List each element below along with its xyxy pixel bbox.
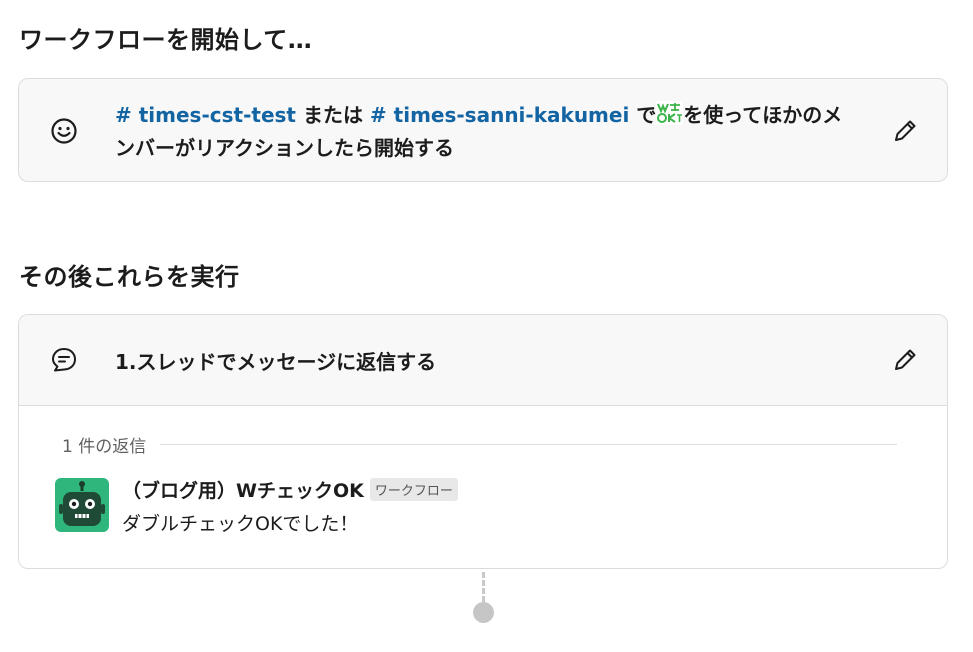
sender-name[interactable]: （ブログ用）WチェックOK (122, 476, 364, 503)
step-title: 1.スレッドでメッセージに返信する (115, 350, 437, 374)
edit-trigger-button[interactable] (891, 117, 919, 145)
workflow-badge: ワークフロー (369, 478, 458, 501)
add-step-dot[interactable] (473, 602, 494, 623)
message-header: （ブログ用）WチェックOK ワークフロー (122, 476, 458, 503)
conjunction-text: または (295, 103, 370, 127)
step-header[interactable]: 1.スレッドでメッセージに返信する (19, 315, 947, 406)
channel-name: times-sanni-kakumei (393, 103, 630, 127)
divider (160, 443, 897, 445)
trigger-description: # times-cst-test または # times-sanni-kakum… (115, 99, 860, 165)
steps-section-title: その後これらを実行 (19, 263, 240, 291)
message-text: ダブルチェックOKでした！ (122, 513, 359, 535)
reply-count-row: 1 件の返信 (62, 432, 897, 457)
channel-link-times-sanni-kakumei[interactable]: # times-sanni-kakumei (370, 103, 629, 127)
edit-step-button[interactable] (891, 346, 919, 374)
pencil-icon (895, 120, 916, 141)
step-card[interactable]: 1.スレッドでメッセージに返信する 1 件の返信 （ブログ用）WチェックOK ワ… (18, 314, 948, 569)
channel-name: times-cst-test (138, 103, 296, 127)
channel-link-times-cst-test[interactable]: # times-cst-test (115, 103, 296, 127)
w-check-ok-emoji-icon (656, 101, 684, 125)
bot-avatar[interactable] (55, 478, 109, 532)
trigger-section-title: ワークフローを開始して… (19, 26, 313, 54)
reply-count: 1 件の返信 (62, 436, 147, 457)
smiley-icon (50, 117, 78, 145)
pencil-icon (895, 349, 916, 370)
particle-text: で (629, 103, 657, 127)
robot-icon (55, 478, 109, 532)
message-reply-icon (50, 346, 78, 374)
step-connector (482, 572, 485, 602)
trigger-card[interactable]: # times-cst-test または # times-sanni-kakum… (18, 78, 948, 182)
